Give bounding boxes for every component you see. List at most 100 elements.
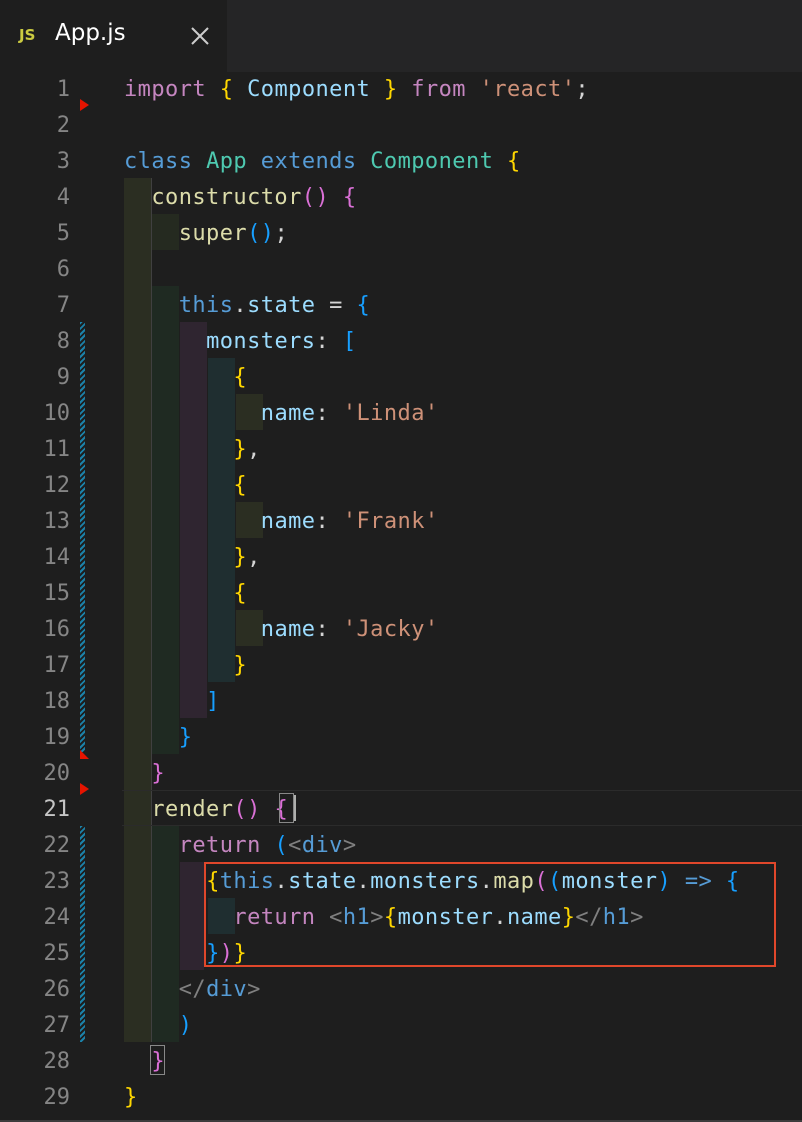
- code-text: ]: [124, 684, 220, 720]
- code-line[interactable]: 4 constructor() {: [0, 180, 802, 216]
- line-number: 14: [43, 545, 71, 570]
- code-text: }: [124, 756, 165, 792]
- code-text: return (<div>: [124, 828, 357, 864]
- code-line[interactable]: 6: [0, 252, 802, 288]
- code-line[interactable]: 7 this.state = {: [0, 288, 802, 324]
- line-number: 26: [43, 977, 71, 1002]
- code-token: App: [206, 149, 248, 174]
- code-token: :: [315, 509, 343, 534]
- code-line[interactable]: 1 import { Component } from 'react';: [0, 72, 802, 108]
- line-number: 25: [43, 941, 71, 966]
- code-token: ]: [206, 689, 220, 714]
- code-text: monsters: [: [124, 324, 357, 360]
- code-line[interactable]: 18 ]: [0, 684, 802, 720]
- code-token: return: [178, 833, 261, 858]
- code-line[interactable]: 11 },: [0, 432, 802, 468]
- code-line[interactable]: 17 }: [0, 648, 802, 684]
- code-line[interactable]: 8 monsters: [: [0, 324, 802, 360]
- line-number: 21: [43, 797, 71, 822]
- code-token: {: [342, 185, 357, 210]
- code-token: >: [342, 833, 357, 858]
- line-number: 19: [43, 725, 71, 750]
- code-text: },: [124, 540, 261, 576]
- code-token: }: [233, 545, 248, 570]
- line-number: 20: [43, 761, 71, 786]
- code-token: Component: [370, 149, 494, 174]
- close-icon[interactable]: [188, 24, 212, 48]
- code-line[interactable]: 26 </div>: [0, 972, 802, 1008]
- code-token: ;: [274, 221, 289, 246]
- code-line[interactable]: 29}: [0, 1080, 802, 1116]
- code-token: 'Frank': [342, 509, 439, 534]
- code-token: ,: [247, 545, 261, 570]
- code-line[interactable]: 19 }: [0, 720, 802, 756]
- code-text: ): [124, 1008, 192, 1044]
- line-number: 11: [43, 437, 71, 462]
- javascript-file-icon: JS: [19, 26, 36, 44]
- code-token: {: [233, 581, 248, 606]
- code-token: {: [233, 365, 248, 390]
- code-line[interactable]: 2: [0, 108, 802, 144]
- code-line[interactable]: 5 super();: [0, 216, 802, 252]
- code-line[interactable]: 10 name: 'Linda': [0, 396, 802, 432]
- code-line[interactable]: 3 class App extends Component {: [0, 144, 802, 180]
- code-line[interactable]: 9 {: [0, 360, 802, 396]
- code-token: from: [411, 77, 466, 102]
- line-number: 29: [43, 1085, 71, 1110]
- code-token: (): [247, 221, 275, 246]
- code-line[interactable]: 20 }: [0, 756, 802, 792]
- code-token: 'react': [479, 77, 576, 102]
- code-token: state: [247, 293, 316, 318]
- code-token: <: [288, 833, 302, 858]
- code-line[interactable]: 12 {: [0, 468, 802, 504]
- line-number: 16: [43, 617, 71, 642]
- code-token: Component: [247, 77, 371, 102]
- text-cursor: [294, 795, 296, 821]
- code-text: },: [124, 432, 261, 468]
- line-number: 4: [56, 185, 70, 210]
- code-line[interactable]: 14 },: [0, 540, 802, 576]
- line-number: 6: [56, 257, 70, 282]
- code-token: monsters: [206, 329, 316, 354]
- line-number: 3: [56, 149, 70, 174]
- tab-app-js[interactable]: JS App.js: [0, 0, 227, 72]
- line-number: 9: [56, 365, 70, 390]
- code-editor[interactable]: 1 import { Component } from 'react'; 2 3 cla…: [0, 72, 802, 1122]
- code-line[interactable]: 28 }: [0, 1044, 802, 1080]
- line-number: 17: [43, 653, 71, 678]
- code-text: }: [124, 1080, 138, 1116]
- code-token: }: [233, 653, 248, 678]
- code-text: render() {: [124, 792, 288, 828]
- code-line[interactable]: 16 name: 'Jacky': [0, 612, 802, 648]
- code-text: constructor() {: [124, 180, 357, 216]
- code-text: this.state = {: [124, 288, 370, 324]
- code-line[interactable]: 22 return (<div>: [0, 828, 802, 864]
- line-number: 23: [43, 869, 71, 894]
- code-line[interactable]: 15 {: [0, 576, 802, 612]
- line-number: 28: [43, 1049, 71, 1074]
- line-number: 12: [43, 473, 71, 498]
- line-number: 22: [43, 833, 71, 858]
- code-line[interactable]: 21 render() {: [0, 792, 802, 828]
- code-line[interactable]: 27 ): [0, 1008, 802, 1044]
- code-line[interactable]: 13 name: 'Frank': [0, 504, 802, 540]
- code-token: }: [151, 761, 166, 786]
